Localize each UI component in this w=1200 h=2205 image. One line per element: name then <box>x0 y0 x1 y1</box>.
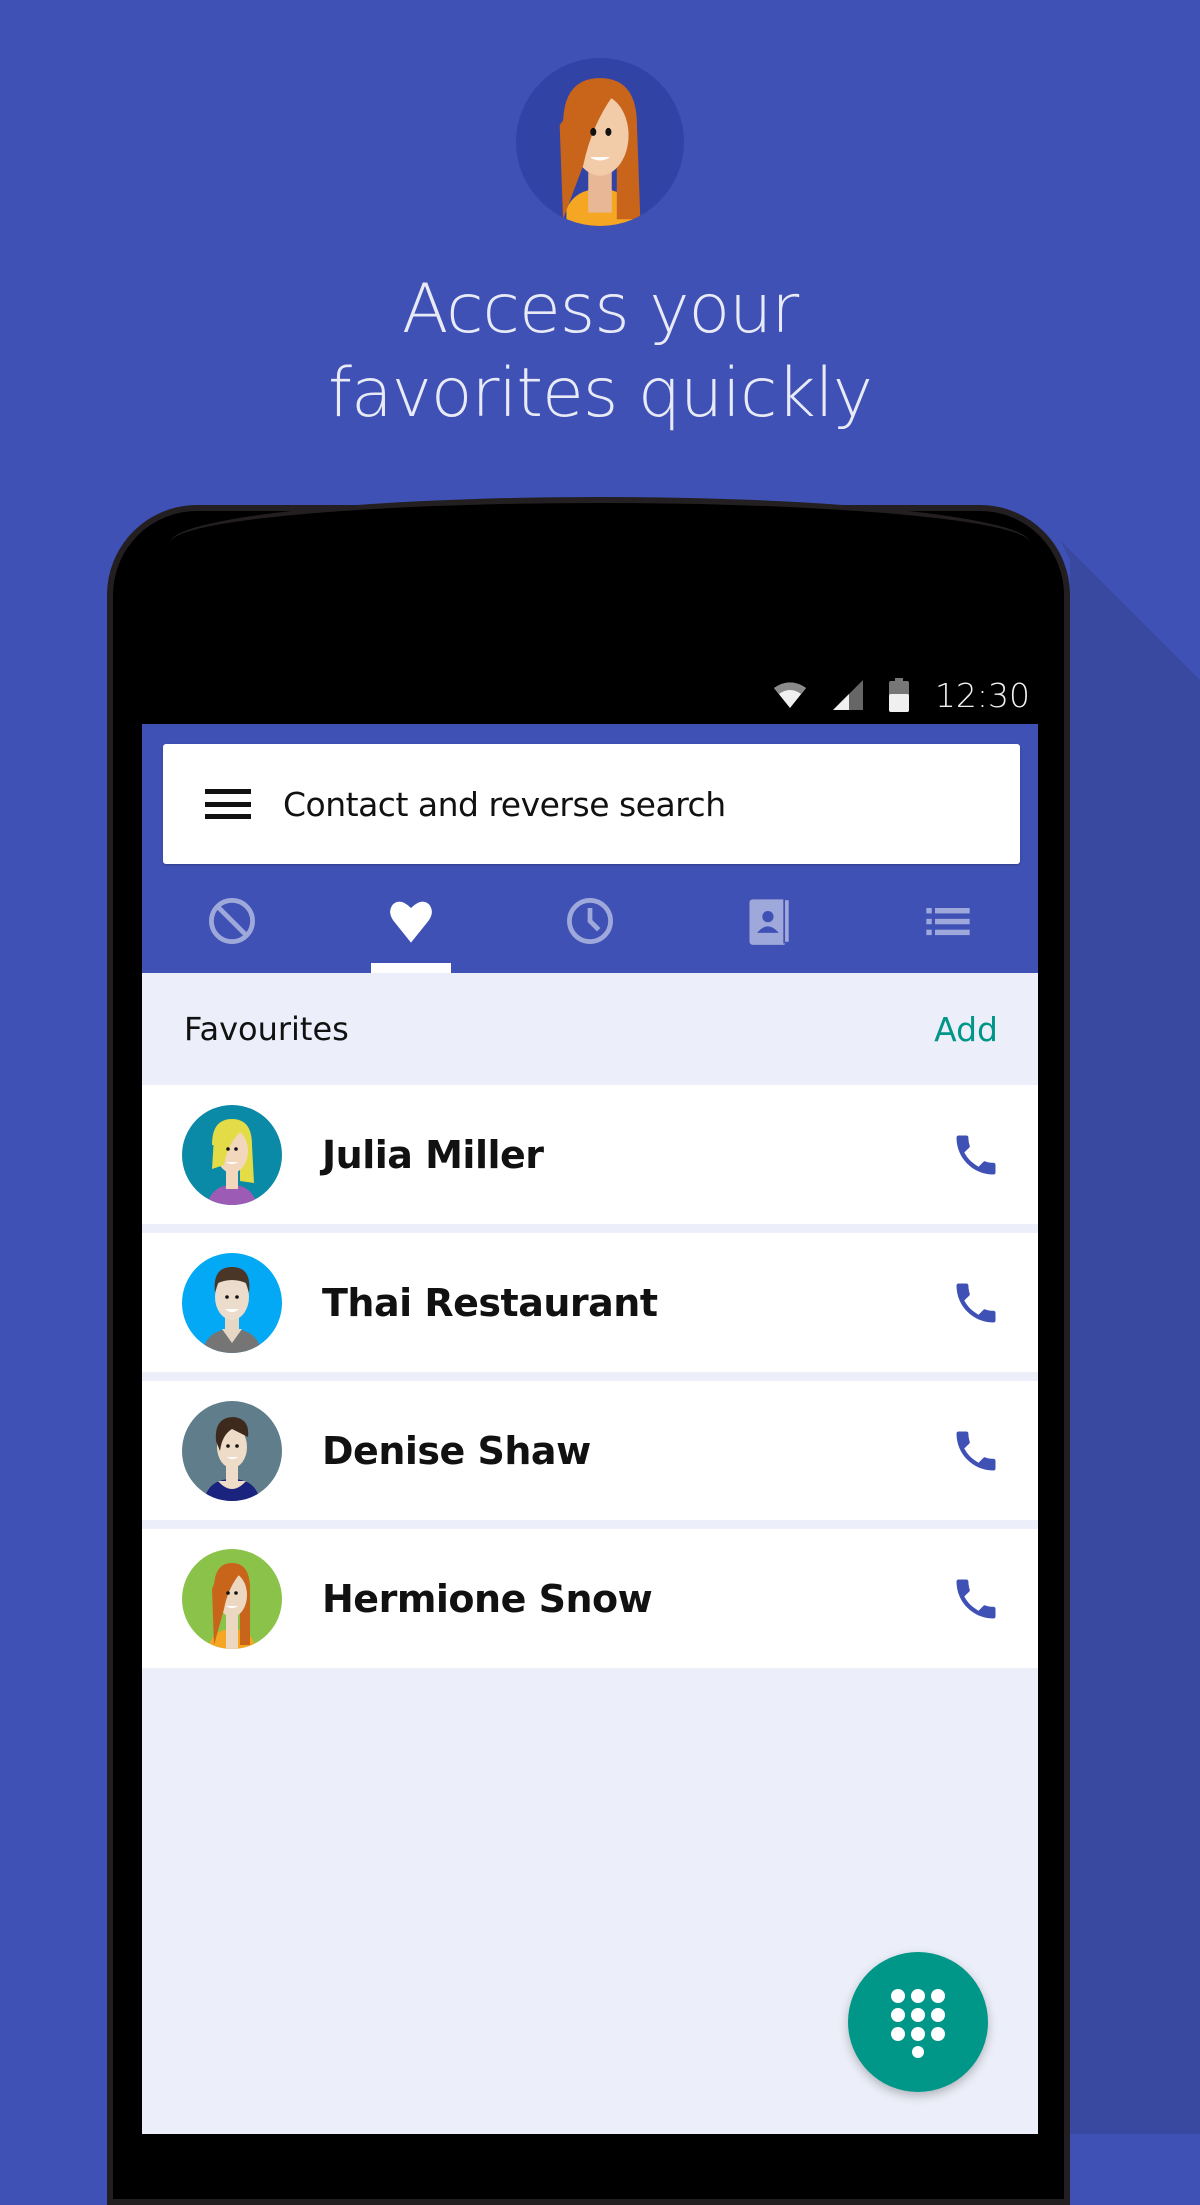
hero-title: Access your favorites quickly <box>0 268 1200 436</box>
contact-name: Julia Miller <box>322 1132 544 1177</box>
heart-icon <box>389 901 432 943</box>
tab-favourites[interactable] <box>321 869 500 973</box>
add-favourite-button[interactable]: Add <box>934 1010 998 1049</box>
list-item[interactable]: Thai Restaurant <box>142 1233 1038 1372</box>
favourites-list: Julia Miller Thai Restaurant Denise Shaw… <box>142 1085 1038 1677</box>
list-icon <box>926 908 971 936</box>
phone-call-icon[interactable] <box>950 1129 1002 1181</box>
avatar <box>182 1104 282 1205</box>
clock-icon <box>567 898 613 944</box>
avatar <box>182 1400 282 1501</box>
active-tab-indicator <box>370 963 451 973</box>
tab-contacts[interactable] <box>680 869 859 973</box>
hero-title-line-1: Access your <box>401 270 799 349</box>
tab-blocked[interactable] <box>142 869 321 973</box>
phone-frame-top <box>170 497 1030 543</box>
phone-call-icon[interactable] <box>950 1277 1002 1329</box>
tab-recents[interactable] <box>500 869 679 973</box>
wifi-icon <box>773 682 806 708</box>
cellular-signal-icon <box>832 680 863 710</box>
search-bar[interactable]: Contact and reverse search <box>163 744 1020 864</box>
hero-avatar <box>516 58 684 226</box>
hero-title-line-2: favorites quickly <box>328 354 873 433</box>
contact-name: Thai Restaurant <box>322 1280 658 1325</box>
hamburger-menu-icon[interactable] <box>205 789 251 819</box>
tab-lists[interactable] <box>859 869 1038 973</box>
dialpad-button[interactable] <box>848 1952 988 2092</box>
battery-icon <box>888 678 909 712</box>
block-icon <box>208 898 255 944</box>
dialpad-icon <box>891 1989 945 2058</box>
favourites-header: Favourites Add <box>142 973 1038 1085</box>
phone-call-icon[interactable] <box>950 1425 1002 1477</box>
list-item[interactable]: Denise Shaw <box>142 1381 1038 1520</box>
search-input[interactable]: Contact and reverse search <box>283 785 726 824</box>
contact-name: Denise Shaw <box>322 1428 591 1473</box>
list-item[interactable]: Julia Miller <box>142 1085 1038 1224</box>
app-bar: Contact and reverse search <box>142 724 1038 973</box>
avatar <box>182 1548 282 1649</box>
status-time: 12:30 <box>934 675 1030 715</box>
contact-name: Hermione Snow <box>322 1576 653 1621</box>
list-item[interactable]: Hermione Snow <box>142 1529 1038 1668</box>
tab-bar <box>142 869 1038 973</box>
favourites-title: Favourites <box>184 1010 349 1048</box>
phone-call-icon[interactable] <box>950 1573 1002 1625</box>
contacts-book-icon <box>749 898 791 945</box>
app-screen: Contact and reverse search Favourites Ad… <box>142 724 1038 2134</box>
status-bar: 12:30 <box>740 672 1030 718</box>
avatar <box>182 1252 282 1353</box>
